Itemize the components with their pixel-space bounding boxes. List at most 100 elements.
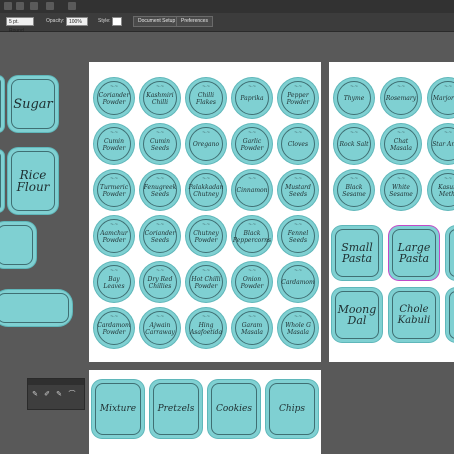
spice-label-text: Cardamom Powder (97, 322, 131, 336)
pencil-icon[interactable]: ✐ (43, 391, 51, 399)
small-pasta-label: Small Pasta (332, 226, 382, 280)
spice-label: Coriander Seeds (140, 216, 180, 256)
pantry-artboard[interactable]: Thyme Rosemary Marjoram Rock Salt Chat Masal… (329, 62, 454, 362)
spice-label-text: Palakkadan Chutney (188, 184, 224, 198)
spice-label: Garam Masala (232, 308, 272, 348)
pantry-label-text: Rock Salt (339, 141, 369, 149)
ai-logo-icon (4, 2, 12, 10)
pantry-label-text: Rosemary (385, 95, 417, 103)
moong-dal-label: Moong Dal (332, 288, 382, 342)
spice-label: Coriander Powder (94, 78, 134, 118)
spice-label: Cardamom Powder (94, 308, 134, 348)
spice-label-text: Coriander Powder (98, 92, 130, 106)
snack-text: Cookies (216, 404, 252, 414)
pantry-label: Star Anise (428, 124, 454, 164)
smooth-icon[interactable]: ✎ (55, 391, 63, 399)
spice-label: Fenugreek Seeds (140, 170, 180, 210)
pantry-label: Rock Salt (334, 124, 374, 164)
pantry-label-text: Thyme (343, 95, 365, 103)
spice-label-text: Oregano (192, 141, 220, 149)
spice-label: Dry Red Chillies (140, 262, 180, 302)
stock-icon[interactable] (30, 2, 38, 10)
spice-label: Hot Chilli Powder (186, 262, 226, 302)
snack-text: Chips (279, 404, 305, 414)
pantry-label: Black Sesame (334, 170, 374, 210)
path-eraser-icon[interactable]: ⌒ (68, 391, 76, 399)
left-edge-label (0, 76, 4, 132)
spice-label-text: Cardamom (281, 279, 315, 287)
app-top-bar (0, 0, 454, 13)
canvas[interactable]: Sugar Rice Flour ✎ ✐ ✎ ⌒ Coriander Powde… (0, 32, 454, 454)
tools-panel: ✎ ✐ ✎ ⌒ (27, 378, 85, 410)
spice-label-text: Hing Asafoetida (189, 322, 223, 336)
pantry-label: Thyme (334, 78, 374, 118)
bridge-icon[interactable] (16, 2, 24, 10)
spice-label-text: Garlic Powder (240, 138, 264, 152)
sugar-label: Sugar (8, 76, 58, 132)
preferences-button[interactable]: Preferences (176, 16, 213, 27)
pantry-label-text: Black Sesame (342, 184, 366, 198)
spice-label: Pepper Powder (278, 78, 318, 118)
spice-label: Cumin Powder (94, 124, 134, 164)
stroke-profile-select[interactable]: 5 pt. Round (6, 17, 34, 34)
pantry-label: Kasuri Methi (428, 170, 454, 210)
pantry-label-text: Marjoram (432, 95, 454, 103)
arrange-documents-icon[interactable] (46, 2, 54, 10)
snack-text: Pretzels (157, 404, 195, 414)
gpu-icon[interactable] (68, 2, 76, 10)
spice-label-text: Mustard Seeds (285, 184, 311, 198)
spice-label: Garlic Powder (232, 124, 272, 164)
sugar-text: Sugar (13, 96, 53, 112)
spice-label: Mustard Seeds (278, 170, 318, 210)
spice-label: Oregano (186, 124, 226, 164)
spice-label-text: Bay Leaves (103, 276, 125, 290)
large-pasta-label[interactable]: Large Pasta (389, 226, 439, 280)
pantry-label: Chat Masala (381, 124, 421, 164)
spice-label-text: Cinnamon (236, 187, 268, 195)
spice-label: Paprika (232, 78, 272, 118)
dal-text: Dal (347, 314, 367, 327)
spice-label-text: Ajwain Carraway (145, 322, 175, 336)
partial-dal-label (446, 288, 454, 342)
snack-label-cookies: Cookies (208, 380, 260, 438)
spice-label-text: Chilli Flakes (196, 92, 216, 106)
panel-title-bar[interactable] (28, 379, 84, 385)
document-setup-button[interactable]: Document Setup (133, 16, 181, 27)
spice-label: Ajwain Carraway (140, 308, 180, 348)
spice-label: Chutney Powder (186, 216, 226, 256)
spice-label-text: Coriander Seeds (144, 230, 176, 244)
snack-artboard[interactable]: Mixture Pretzels Cookies Chips (89, 370, 321, 454)
opacity-field[interactable]: 100% (66, 17, 88, 26)
spice-artboard[interactable]: Coriander Powder Kashmiri Chilli Chilli Fl… (89, 62, 321, 362)
spice-label: Turmeric Powder (94, 170, 134, 210)
spice-label-text: Cumin Seeds (150, 138, 170, 152)
style-swatch[interactable] (112, 17, 122, 26)
pantry-label-text: Star Anise (432, 141, 454, 149)
spice-label-text: Pepper Powder (286, 92, 310, 106)
spice-label-text: Onion Powder (240, 276, 264, 290)
snack-label-mixture: Mixture (92, 380, 144, 438)
spice-label-text: Paprika (240, 95, 264, 103)
spice-label-text: Chutney Powder (193, 230, 219, 244)
spice-label-text: Black Peppercorns (232, 230, 272, 244)
snack-label-chips: Chips (266, 380, 318, 438)
spice-label-text: Hot Chilli Powder (191, 276, 221, 290)
snack-text: Mixture (99, 404, 137, 414)
rice-flour-label: Rice Flour (8, 148, 58, 214)
pantry-label: White Sesame (381, 170, 421, 210)
spice-label-text: Aamchur Powder (100, 230, 128, 244)
blob-brush-icon[interactable]: ✎ (31, 391, 39, 399)
blank-plaque-label (0, 222, 36, 268)
spice-label-text: Turmeric Powder (99, 184, 129, 198)
spice-label: Palakkadan Chutney (186, 170, 226, 210)
control-bar: 5 pt. Round Opacity: 100% Style: Documen… (0, 13, 454, 34)
spice-label-text: Fennel Seeds (287, 230, 309, 244)
spice-label: Chilli Flakes (186, 78, 226, 118)
spice-label: Cloves (278, 124, 318, 164)
spice-label: Aamchur Powder (94, 216, 134, 256)
left-edge-label-2 (0, 150, 4, 212)
spice-label: Cinnamon (232, 170, 272, 210)
pantry-label-text: Kasuri Methi (438, 184, 454, 198)
spice-label-text: Dry Red Chillies (147, 276, 173, 290)
spice-label-text: Whole G Masala (285, 322, 311, 336)
